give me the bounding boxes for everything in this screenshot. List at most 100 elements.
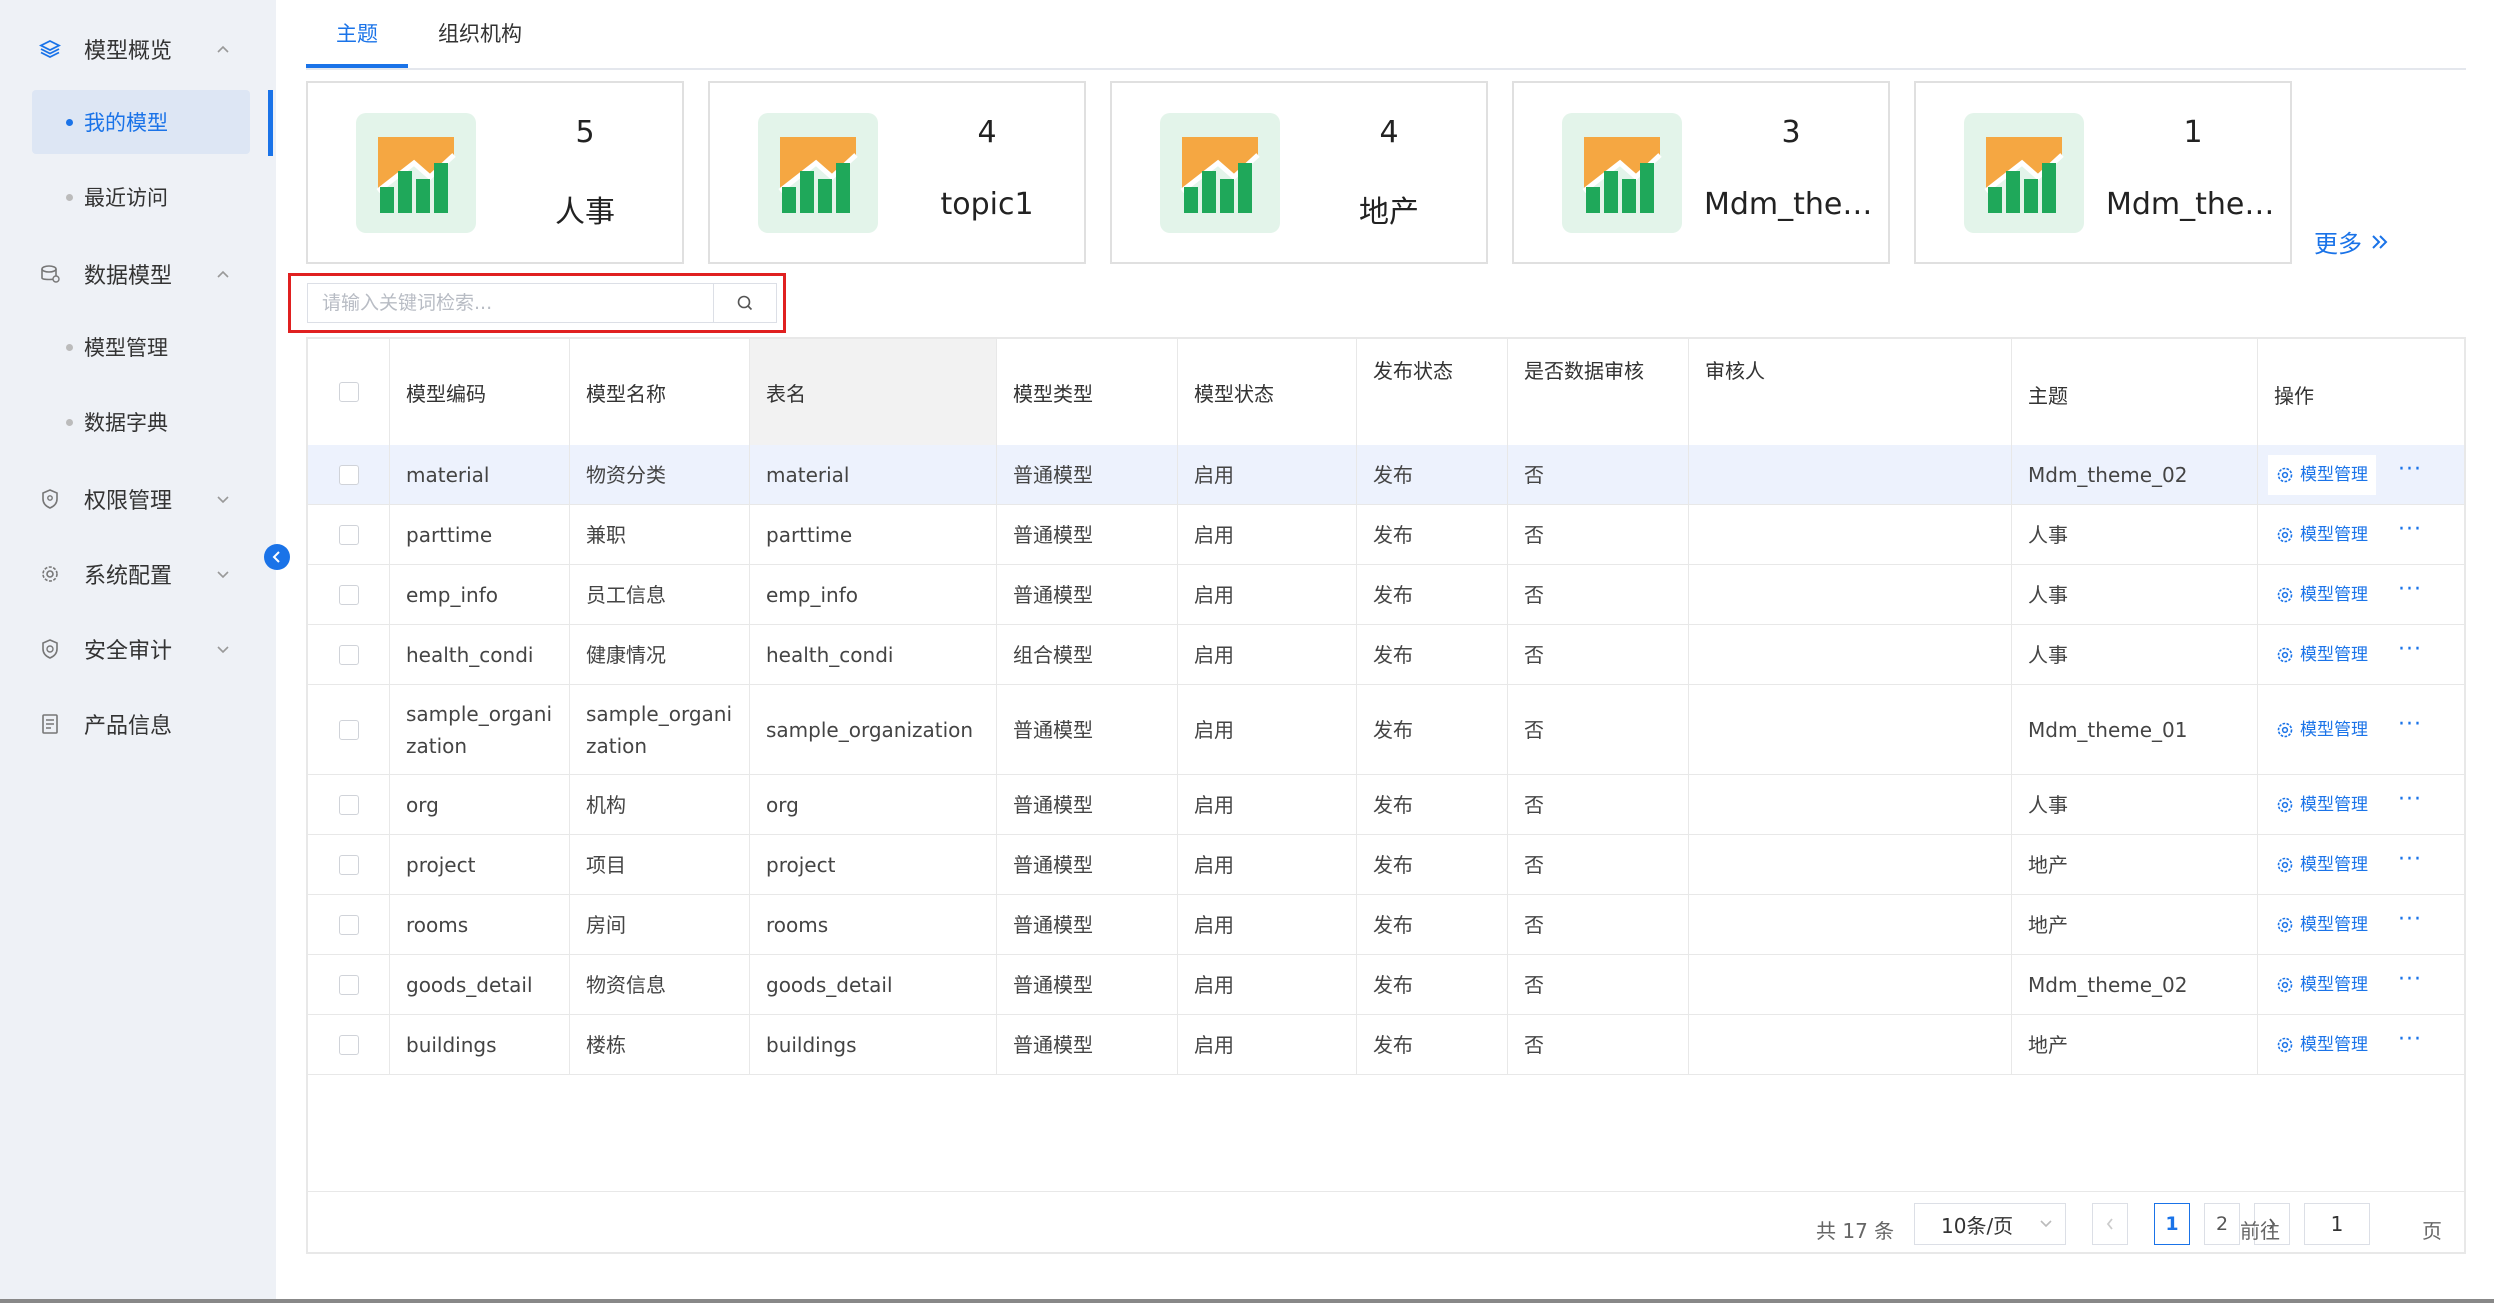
- cell-code: material: [390, 445, 570, 504]
- model-manage-button[interactable]: 模型管理: [2268, 1024, 2376, 1065]
- more-actions-icon[interactable]: ···: [2398, 788, 2422, 815]
- cell-name: 机构: [570, 775, 750, 834]
- model-manage-label: 模型管理: [2300, 464, 2368, 485]
- row-checkbox[interactable]: [338, 974, 359, 995]
- sidebar-item-model-management[interactable]: 模型管理: [32, 315, 250, 379]
- sidebar-item-recent[interactable]: 最近访问: [32, 165, 250, 229]
- nav-group-model-overview[interactable]: 模型概览: [0, 16, 276, 82]
- model-manage-button[interactable]: 模型管理: [2268, 574, 2376, 615]
- cell-theme: Mdm_theme_01: [2012, 685, 2258, 774]
- page-button-1[interactable]: 1: [2154, 1203, 2190, 1245]
- cell-actions: 模型管理 ···: [2258, 955, 2464, 1014]
- nav-group-permissions[interactable]: 权限管理: [0, 466, 276, 532]
- cell-actions: 模型管理 ···: [2258, 685, 2464, 774]
- table-row[interactable]: buildings 楼栋 buildings 普通模型 启用 发布否地产 模型管理 ···: [308, 1015, 2464, 1075]
- theme-card[interactable]: 4 地产: [1110, 81, 1488, 264]
- model-manage-button[interactable]: 模型管理: [2268, 709, 2376, 750]
- cell-actions: 模型管理 ···: [2258, 505, 2464, 564]
- theme-card[interactable]: 4 topic1: [708, 81, 1086, 264]
- search-input[interactable]: [307, 283, 713, 323]
- more-actions-icon[interactable]: ···: [2398, 578, 2422, 605]
- row-checkbox[interactable]: [338, 914, 359, 935]
- search-button[interactable]: [713, 283, 777, 323]
- more-actions-icon[interactable]: ···: [2398, 713, 2422, 740]
- sidebar-collapse-button[interactable]: [264, 544, 290, 570]
- cell-code: buildings: [390, 1015, 570, 1074]
- model-manage-button[interactable]: 模型管理: [2268, 964, 2376, 1005]
- model-manage-button[interactable]: 模型管理: [2268, 454, 2376, 495]
- nav-group-product-info[interactable]: 产品信息: [0, 691, 276, 757]
- cell-publish: 发布: [1357, 1015, 1508, 1074]
- row-checkbox[interactable]: [338, 1034, 359, 1055]
- sidebar-item-my-models[interactable]: 我的模型: [32, 90, 250, 154]
- chevron-down-icon: [214, 490, 232, 508]
- gear-icon: [2277, 917, 2293, 932]
- cell-auditor: [1689, 505, 2012, 564]
- row-checkbox[interactable]: [338, 719, 359, 740]
- cell-name: 健康情况: [570, 625, 750, 684]
- chevron-down-icon: [214, 640, 232, 658]
- cell-type: 普通模型: [997, 565, 1178, 624]
- table-row[interactable]: material 物资分类 material 普通模型 启用 发布否 Mdm_theme_0…: [308, 445, 2464, 505]
- row-checkbox[interactable]: [338, 524, 359, 545]
- table-row[interactable]: parttime 兼职 parttime 普通模型 启用 发布否人事 模型管理 ···: [308, 505, 2464, 565]
- table-row[interactable]: emp_info 员工信息 emp_info 普通模型 启用 发布否人事 模型管理 ···: [308, 565, 2464, 625]
- more-actions-icon[interactable]: ···: [2398, 1028, 2422, 1055]
- more-link[interactable]: 更多: [2314, 224, 2390, 259]
- cell-theme: 人事: [2012, 505, 2258, 564]
- goto-page-input[interactable]: [2304, 1203, 2370, 1245]
- row-checkbox[interactable]: [338, 794, 359, 815]
- more-actions-icon[interactable]: ···: [2398, 968, 2422, 995]
- sidebar-item-data-dictionary[interactable]: 数据字典: [32, 390, 250, 454]
- table-row[interactable]: health_condi 健康情况 health_condi 组合模型 启用 发布否人事模…: [308, 625, 2464, 685]
- table-row[interactable]: org 机构 org 普通模型 启用 发布否人事 模型管理 ···: [308, 775, 2464, 835]
- more-actions-icon[interactable]: ···: [2398, 638, 2422, 665]
- theme-card[interactable]: 1 Mdm_them...: [1914, 81, 2292, 264]
- more-actions-icon[interactable]: ···: [2398, 518, 2422, 545]
- tab-theme[interactable]: 主题: [336, 0, 378, 66]
- theme-card[interactable]: 5 人事: [306, 81, 684, 264]
- sidebar-item-label: 模型管理: [84, 336, 168, 360]
- page-size-select[interactable]: 10条/页: [1914, 1203, 2066, 1245]
- header-cell: 审核人: [1689, 339, 2012, 445]
- model-manage-button[interactable]: 模型管理: [2268, 784, 2376, 825]
- header-cell: 模型类型: [997, 339, 1178, 445]
- model-manage-button[interactable]: 模型管理: [2268, 844, 2376, 885]
- row-checkbox[interactable]: [338, 644, 359, 665]
- more-actions-icon[interactable]: ···: [2398, 458, 2422, 485]
- cell-table: buildings: [750, 1015, 997, 1074]
- table-row[interactable]: sample_organization sample_organization sa…: [308, 685, 2464, 775]
- more-actions-icon[interactable]: ···: [2398, 848, 2422, 875]
- model-manage-label: 模型管理: [2300, 854, 2368, 875]
- more-actions-icon[interactable]: ···: [2398, 908, 2422, 935]
- tab-organization[interactable]: 组织机构: [438, 0, 522, 66]
- row-checkbox[interactable]: [338, 464, 359, 485]
- page-button-2[interactable]: 2: [2204, 1203, 2240, 1245]
- nav-group-data-model[interactable]: 数据模型: [0, 241, 276, 307]
- theme-card[interactable]: 3 Mdm_them...: [1512, 81, 1890, 264]
- select-all-checkbox[interactable]: [338, 382, 359, 402]
- nav-group-system-config[interactable]: 系统配置: [0, 541, 276, 607]
- model-manage-label: 模型管理: [2300, 524, 2368, 545]
- model-manage-label: 模型管理: [2300, 644, 2368, 665]
- model-manage-button[interactable]: 模型管理: [2268, 514, 2376, 555]
- table-row[interactable]: goods_detail 物资信息 goods_detail 普通模型 启用 发布否 Mdm…: [308, 955, 2464, 1015]
- nav-group-security-audit[interactable]: 安全审计: [0, 616, 276, 682]
- table-row[interactable]: project 项目 project 普通模型 启用 发布否地产 模型管理 ···: [308, 835, 2464, 895]
- cell-name: 房间: [570, 895, 750, 954]
- model-manage-button[interactable]: 模型管理: [2268, 634, 2376, 675]
- cell-audit: 否: [1508, 835, 1689, 894]
- header-cell[interactable]: 表名: [750, 339, 997, 445]
- cell-actions: 模型管理 ···: [2258, 895, 2464, 954]
- table-row[interactable]: rooms 房间 rooms 普通模型 启用 发布否地产 模型管理 ···: [308, 895, 2464, 955]
- prev-page-button[interactable]: [2092, 1203, 2128, 1245]
- goto-suffix: 页: [2422, 1219, 2442, 1243]
- model-manage-button[interactable]: 模型管理: [2268, 904, 2376, 945]
- chart-icon: [758, 113, 878, 233]
- row-checkbox[interactable]: [338, 584, 359, 605]
- nav-group-label: 模型概览: [84, 39, 173, 64]
- gear-icon: [2277, 647, 2293, 662]
- cell-status: 启用: [1178, 895, 1357, 954]
- cell-publish: 发布: [1357, 895, 1508, 954]
- row-checkbox[interactable]: [338, 854, 359, 875]
